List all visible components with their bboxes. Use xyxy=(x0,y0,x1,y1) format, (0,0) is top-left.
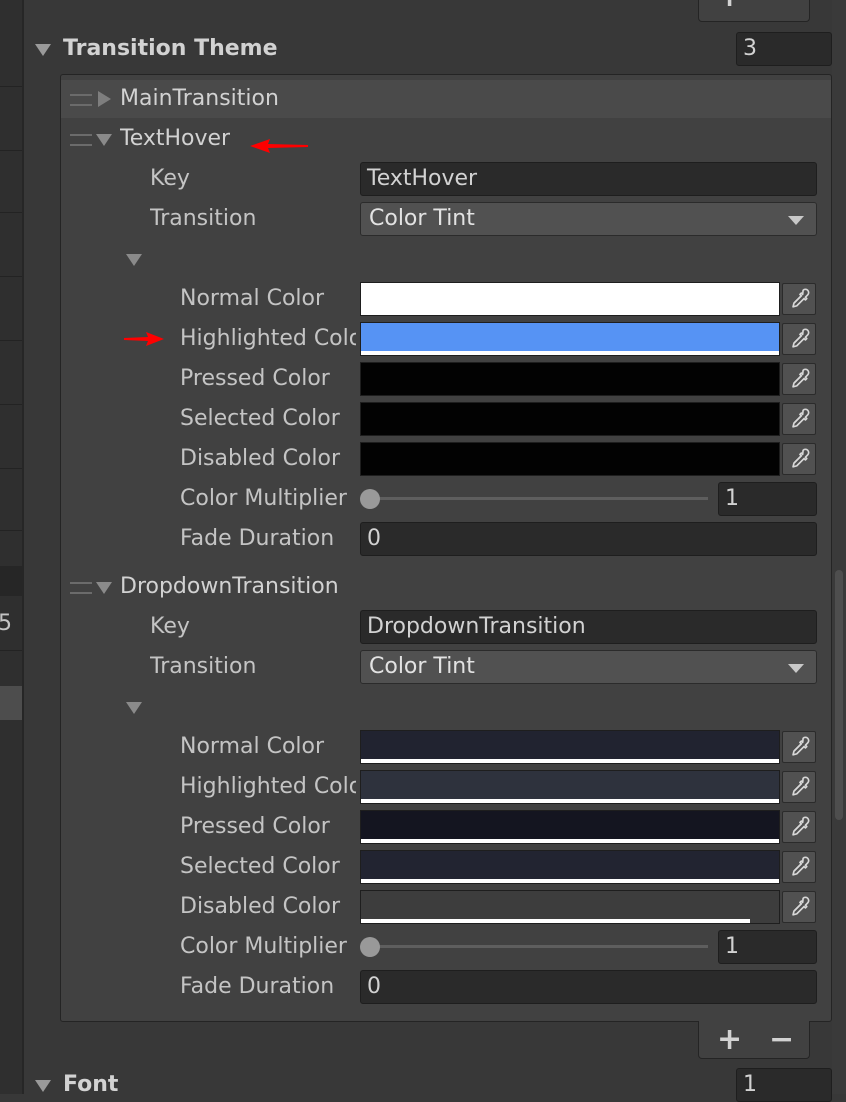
key-field[interactable]: DropdownTransition xyxy=(360,610,817,644)
drag-handle-icon[interactable] xyxy=(70,134,92,146)
slider-knob[interactable] xyxy=(360,489,380,509)
drag-handle-icon[interactable] xyxy=(70,94,92,106)
color-swatch[interactable] xyxy=(360,442,780,476)
top-add-button[interactable]: + xyxy=(717,0,742,12)
triangle-down-icon[interactable] xyxy=(96,134,112,146)
slider-knob[interactable] xyxy=(360,937,380,957)
color-multiplier-slider[interactable] xyxy=(370,497,708,500)
color-swatch[interactable] xyxy=(360,770,780,804)
color-label: Highlighted Color xyxy=(180,326,356,351)
top-remove-button[interactable]: − xyxy=(769,0,794,12)
transition-dropdown-value: Color Tint xyxy=(369,654,475,679)
alpha-bar xyxy=(361,879,779,883)
partial-value: 5 xyxy=(0,611,12,636)
color-multiplier-field[interactable]: 1 xyxy=(718,482,817,516)
transition-dropdown[interactable]: Color Tint xyxy=(360,650,817,684)
eyedropper-icon[interactable] xyxy=(782,323,816,355)
eyedropper-icon[interactable] xyxy=(782,811,816,843)
key-field[interactable]: TextHover xyxy=(360,162,817,196)
color-label: Disabled Color xyxy=(180,446,341,471)
scrollbar-thumb[interactable] xyxy=(835,570,843,820)
transition-label: Transition xyxy=(150,654,257,679)
color-label: Pressed Color xyxy=(180,366,330,391)
dropdown-transition-label: DropdownTransition xyxy=(120,574,339,599)
color-swatch[interactable] xyxy=(360,730,780,764)
alpha-bar xyxy=(361,839,779,843)
eyedropper-icon[interactable] xyxy=(782,403,816,435)
font-title: Font xyxy=(63,1072,119,1097)
font-foldout-icon[interactable] xyxy=(35,1080,51,1092)
color-swatch[interactable] xyxy=(360,890,780,924)
chevron-down-icon xyxy=(788,664,804,673)
color-label: Highlighted Color xyxy=(180,774,356,799)
color-swatch[interactable] xyxy=(360,322,780,356)
alpha-bar xyxy=(361,351,779,355)
color-multiplier-field[interactable]: 1 xyxy=(718,930,817,964)
transition-dropdown-value: Color Tint xyxy=(369,206,475,231)
panel-divider xyxy=(22,0,24,1094)
drag-handle-icon[interactable] xyxy=(70,582,92,594)
triangle-down-icon[interactable] xyxy=(96,582,112,594)
transition-dropdown[interactable]: Color Tint xyxy=(360,202,817,236)
annotation-arrow-icon xyxy=(124,332,164,346)
alpha-bar xyxy=(361,799,779,803)
key-label: Key xyxy=(150,614,190,639)
colors-foldout-icon[interactable] xyxy=(126,254,142,266)
color-multiplier-slider[interactable] xyxy=(370,945,708,948)
color-label: Selected Color xyxy=(180,854,340,879)
eyedropper-icon[interactable] xyxy=(782,891,816,923)
fade-duration-label: Fade Duration xyxy=(180,526,335,551)
transition-label: Transition xyxy=(150,206,257,231)
left-inspector-strip: 5 xyxy=(0,0,22,1094)
colors-foldout-icon[interactable] xyxy=(126,702,142,714)
eyedropper-icon[interactable] xyxy=(782,731,816,763)
transition-theme-foldout-icon[interactable] xyxy=(35,44,51,56)
add-button[interactable]: + xyxy=(717,1025,742,1055)
color-multiplier-label: Color Multiplier xyxy=(180,934,347,959)
triangle-right-icon[interactable] xyxy=(98,91,111,107)
fade-duration-label: Fade Duration xyxy=(180,974,335,999)
annotation-arrow-icon xyxy=(250,139,308,153)
color-label: Pressed Color xyxy=(180,814,330,839)
chevron-down-icon xyxy=(788,216,804,225)
alpha-bar xyxy=(361,919,750,923)
eyedropper-icon[interactable] xyxy=(782,851,816,883)
color-swatch[interactable] xyxy=(360,810,780,844)
vertical-scrollbar[interactable] xyxy=(832,0,846,1094)
transition-theme-count[interactable]: 3 xyxy=(736,32,832,66)
color-multiplier-label: Color Multiplier xyxy=(180,486,347,511)
remove-button[interactable]: − xyxy=(769,1025,794,1055)
color-swatch[interactable] xyxy=(360,362,780,396)
transition-theme-title: Transition Theme xyxy=(63,36,278,61)
top-list-footer: + − xyxy=(698,0,810,22)
key-label: Key xyxy=(150,166,190,191)
fade-duration-field[interactable]: 0 xyxy=(360,970,817,1004)
list-footer: + − xyxy=(698,1021,810,1059)
eyedropper-icon[interactable] xyxy=(782,283,816,315)
text-hover-label: TextHover xyxy=(120,126,231,151)
color-label: Normal Color xyxy=(180,734,325,759)
color-label: Normal Color xyxy=(180,286,325,311)
alpha-bar xyxy=(361,759,779,763)
color-swatch[interactable] xyxy=(360,850,780,884)
alpha-bar xyxy=(361,311,779,315)
eyedropper-icon[interactable] xyxy=(782,443,816,475)
fade-duration-field[interactable]: 0 xyxy=(360,522,817,556)
eyedropper-icon[interactable] xyxy=(782,771,816,803)
color-label: Disabled Color xyxy=(180,894,341,919)
color-label: Selected Color xyxy=(180,406,340,431)
main-transition-label: MainTransition xyxy=(120,86,279,111)
font-count[interactable]: 1 xyxy=(736,1068,832,1102)
color-swatch[interactable] xyxy=(360,282,780,316)
eyedropper-icon[interactable] xyxy=(782,363,816,395)
color-swatch[interactable] xyxy=(360,402,780,436)
